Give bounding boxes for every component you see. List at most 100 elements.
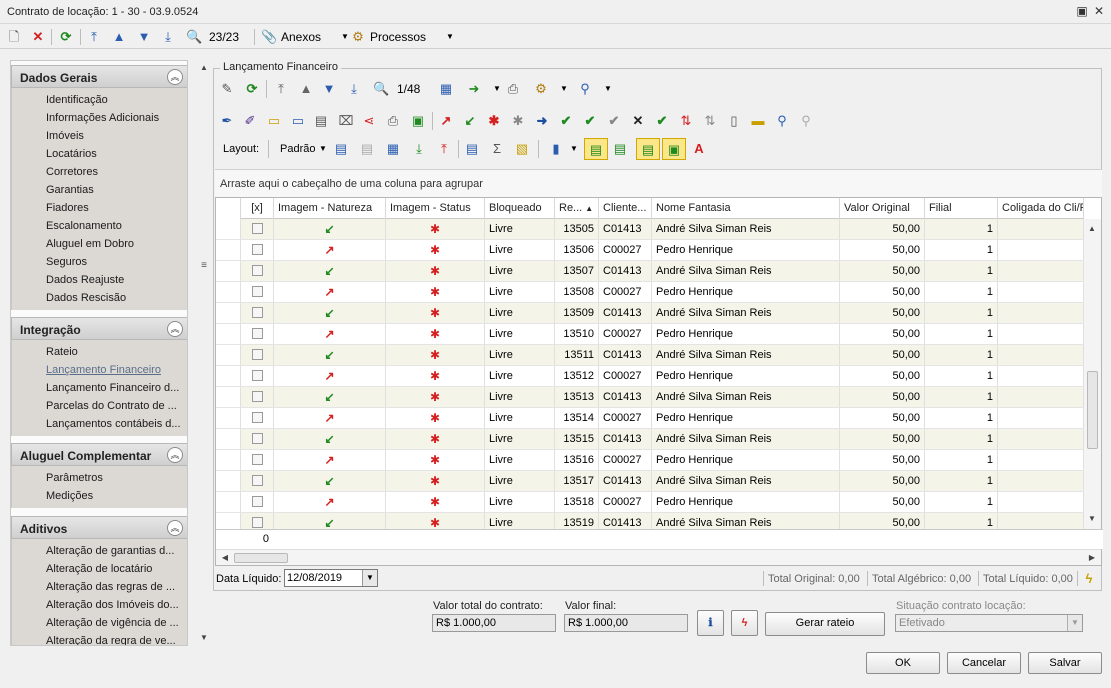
grid-layout-icon[interactable]: ▦ <box>385 141 401 157</box>
processes-icon[interactable]: ⚙ <box>350 29 366 45</box>
table-row[interactable]: ↗ ✱ Livre 13514 C00027 Pedro Henrique 50,00 1 <box>216 408 1084 429</box>
last-record-icon[interactable]: ⤓ <box>346 81 362 97</box>
processos-button[interactable]: Processos <box>370 29 426 45</box>
column-header-filial[interactable]: Filial <box>925 198 998 219</box>
previous-record-icon[interactable]: ▲ <box>111 29 127 45</box>
highlight-icon[interactable]: ▧ <box>514 141 530 157</box>
tag-icon[interactable]: ⌧ <box>338 113 354 129</box>
last-record-icon[interactable]: ⤓ <box>160 29 176 45</box>
table-row[interactable]: ↗ ✱ Livre 13506 C00027 Pedro Henrique 50,00 1 <box>216 240 1084 261</box>
note-icon[interactable]: ▯ <box>726 113 742 129</box>
column-header-ref[interactable]: Re... ▲ <box>555 198 599 219</box>
restore-icon[interactable]: ▣ <box>1075 4 1089 18</box>
lightning-button[interactable]: ϟ <box>731 610 758 636</box>
section-header[interactable]: Dados Gerais ︽ <box>11 65 187 88</box>
swap-icon[interactable]: ⇅ <box>678 113 694 129</box>
row-checkbox[interactable] <box>251 370 263 381</box>
dropdown-arrow-icon[interactable]: ▼ <box>315 141 331 157</box>
arrow-down-green-icon[interactable]: ↙ <box>462 113 478 129</box>
nav-item[interactable]: Seguros <box>12 253 187 271</box>
table-row[interactable]: ↙ ✱ Livre 13519 C01413 André Silva Siman Reis… <box>216 513 1084 529</box>
delete-icon[interactable]: ✕ <box>30 29 46 45</box>
new-icon[interactable]: 🗋 <box>6 29 22 45</box>
ok-button[interactable]: OK <box>866 652 940 674</box>
nav-item-active[interactable]: Lançamento Financeiro <box>12 361 187 379</box>
table-row[interactable]: ↙ ✱ Livre 13517 C01413 André Silva Siman Reis… <box>216 471 1084 492</box>
column-header-natureza[interactable]: Imagem - Natureza <box>274 198 386 219</box>
attachment-icon[interactable]: 📎 <box>261 29 277 45</box>
nav-item[interactable]: Alteração das regras de ... <box>12 578 187 596</box>
collapse-icon[interactable]: ︽ <box>167 69 183 85</box>
nav-item[interactable]: Corretores <box>12 163 187 181</box>
nav-item[interactable]: Dados Rescisão <box>12 289 187 307</box>
table-row[interactable]: ↗ ✱ Livre 13508 C00027 Pedro Henrique 50,00 1 <box>216 282 1084 303</box>
valor-total-field[interactable]: R$ 1.000,00 <box>432 614 556 632</box>
collapse-icon[interactable]: ︽ <box>167 520 183 536</box>
processes-icon[interactable]: ⚙ <box>533 81 549 97</box>
scroll-up-icon[interactable]: ▲ <box>1084 221 1100 237</box>
screen-icon[interactable]: ▣ <box>410 113 426 129</box>
row-checkbox[interactable] <box>251 328 263 339</box>
refresh-icon[interactable]: ⟳ <box>58 29 74 45</box>
nav-item[interactable]: Imóveis <box>12 127 187 145</box>
share-icon[interactable]: ⋖ <box>361 113 377 129</box>
card-blue-icon[interactable]: ▭ <box>290 113 306 129</box>
table-row[interactable]: ↙ ✱ Livre 13509 C01413 André Silva Siman Reis… <box>216 303 1084 324</box>
scroll-thumb-horizontal[interactable] <box>234 553 288 563</box>
column-header-bloqueado[interactable]: Bloqueado <box>485 198 555 219</box>
asterisk-gray-icon[interactable]: ✱ <box>510 113 526 129</box>
row-checkbox[interactable] <box>251 517 263 528</box>
column-header-cliente[interactable]: Cliente... <box>599 198 652 219</box>
next-record-icon[interactable]: ▼ <box>136 29 152 45</box>
filter-icon[interactable]: ⚲ <box>774 113 790 129</box>
table-row[interactable]: ↗ ✱ Livre 13512 C00027 Pedro Henrique 50,00 1 <box>216 366 1084 387</box>
refresh-icon[interactable]: ⟳ <box>244 81 260 97</box>
table-row[interactable]: ↙ ✱ Livre 13511 C01413 André Silva Siman Reis… <box>216 345 1084 366</box>
splitter-grip-icon[interactable]: ≡ <box>196 258 212 274</box>
row-checkbox[interactable] <box>251 223 263 234</box>
nav-item[interactable]: Dados Reajuste <box>12 271 187 289</box>
nav-item[interactable]: Medições <box>12 487 187 505</box>
navigation-scrollbar[interactable]: ▲ ≡ ▼ <box>198 60 210 646</box>
column-header-nome[interactable]: Nome Fantasia <box>652 198 840 219</box>
lightning-icon[interactable]: ϟ <box>1081 571 1097 587</box>
font-icon[interactable]: A <box>691 141 707 157</box>
columns-icon[interactable]: ▤ <box>464 141 480 157</box>
nav-item[interactable]: Alteração de locatário <box>12 560 187 578</box>
grid-horizontal-scrollbar[interactable]: ◀ ▶ <box>216 549 1101 565</box>
nav-item[interactable]: Alteração de vigência de ... <box>12 614 187 632</box>
first-record-icon[interactable]: ⤒ <box>273 81 289 97</box>
export-icon[interactable]: ➜ <box>466 81 482 97</box>
column-header-select[interactable]: [x] <box>241 198 274 219</box>
scroll-thumb[interactable] <box>1087 371 1098 449</box>
info-button[interactable]: ℹ <box>697 610 724 636</box>
delete-layout-icon[interactable]: ▤ <box>359 141 375 157</box>
print-icon[interactable]: ⎙ <box>505 81 521 97</box>
import-icon[interactable]: ⤓ <box>411 141 427 157</box>
table-row[interactable]: ↙ ✱ Livre 13505 C01413 André Silva Siman Reis… <box>216 219 1084 240</box>
nav-item[interactable]: Lançamento Financeiro d... <box>12 379 187 397</box>
row-checkbox[interactable] <box>251 265 263 276</box>
column-header-coligada[interactable]: Coligada do Cli/For <box>998 198 1084 219</box>
calendar-icon[interactable]: ▦ <box>438 81 454 97</box>
table-row[interactable]: ↗ ✱ Livre 13518 C00027 Pedro Henrique 50,00 1 <box>216 492 1084 513</box>
sticky-icon[interactable]: ▬ <box>750 113 766 129</box>
row-checkbox[interactable] <box>251 244 263 255</box>
dropdown-arrow-icon[interactable]: ▼ <box>489 81 505 97</box>
data-liquido-input[interactable]: 12/08/2019 ▼ <box>284 569 378 587</box>
scroll-down-icon[interactable]: ▼ <box>196 630 212 646</box>
table-row[interactable]: ↙ ✱ Livre 13507 C01413 André Silva Siman Reis… <box>216 261 1084 282</box>
check-cross-icon[interactable]: ✔ <box>654 113 670 129</box>
row-checkbox[interactable] <box>251 307 263 318</box>
group-by-area[interactable]: Arraste aqui o cabeçalho de uma coluna p… <box>215 169 1102 197</box>
scroll-left-icon[interactable]: ◀ <box>217 550 233 566</box>
table-row[interactable]: ↙ ✱ Livre 13515 C01413 André Silva Siman Reis… <box>216 429 1084 450</box>
nav-item[interactable]: Fiadores <box>12 199 187 217</box>
row-checkbox[interactable] <box>251 412 263 423</box>
asterisk-red-icon[interactable]: ✱ <box>486 113 502 129</box>
section-header[interactable]: Aluguel Complementar ︽ <box>11 443 187 466</box>
situacao-dropdown-icon[interactable]: ▼ <box>1067 615 1082 631</box>
view-mode-4-icon[interactable]: ▣ <box>662 138 686 160</box>
find-icon[interactable]: 🔍 <box>186 29 202 45</box>
card-icon[interactable]: ▭ <box>266 113 282 129</box>
